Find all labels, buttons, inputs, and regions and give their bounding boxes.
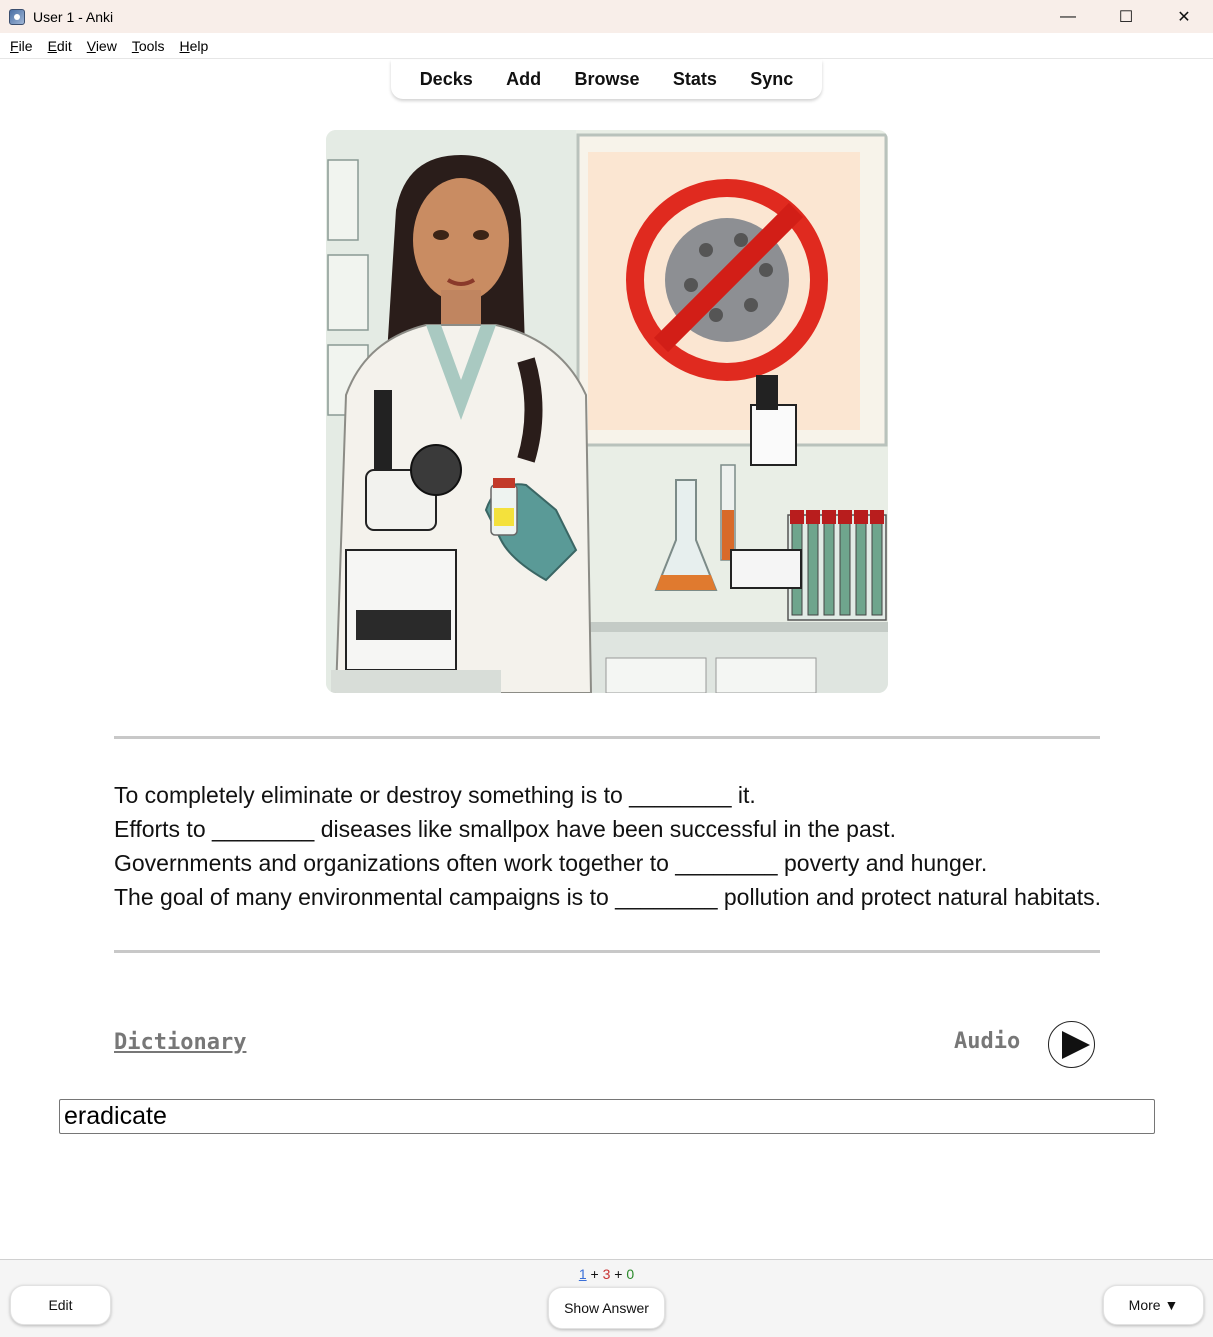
menu-accel: T xyxy=(131,37,139,54)
menu-file[interactable]: File xyxy=(10,38,33,54)
toolbar-browse[interactable]: Browse xyxy=(574,69,639,90)
divider-bottom xyxy=(114,950,1100,953)
bottom-bar: 1 + 3 + 0 Edit Show Answer More ▼ xyxy=(0,1259,1213,1337)
close-button[interactable]: ✕ xyxy=(1155,0,1213,33)
sentence-line: Efforts to ________ diseases like smallp… xyxy=(114,816,897,842)
more-button[interactable]: More ▼ xyxy=(1103,1285,1204,1325)
toolbar-sync[interactable]: Sync xyxy=(750,69,793,90)
toolbar-stats[interactable]: Stats xyxy=(673,69,717,90)
card-sentences: To completely eliminate or destroy somet… xyxy=(114,778,1114,914)
card-image xyxy=(326,130,888,693)
audio-label: Audio xyxy=(954,1029,1021,1054)
sentence-line: The goal of many environmental campaigns… xyxy=(114,884,1102,910)
count-new[interactable]: 1 xyxy=(579,1266,587,1282)
count-learn: 3 xyxy=(602,1266,611,1282)
menu-accel: F xyxy=(10,37,19,54)
toolbar-add[interactable]: Add xyxy=(506,69,541,90)
menu-label: ile xyxy=(18,37,33,54)
menu-edit[interactable]: Edit xyxy=(48,38,72,54)
menu-accel: H xyxy=(179,37,190,54)
window-controls: — ☐ ✕ xyxy=(1039,0,1213,33)
menu-label: iew xyxy=(95,37,117,54)
show-answer-button[interactable]: Show Answer xyxy=(548,1287,665,1329)
menu-label: dit xyxy=(56,37,72,54)
edit-button[interactable]: Edit xyxy=(10,1285,111,1325)
maximize-button[interactable]: ☐ xyxy=(1097,0,1155,33)
sentence-line: To completely eliminate or destroy somet… xyxy=(114,782,756,808)
count-separator: + xyxy=(590,1266,599,1282)
menu-help[interactable]: Help xyxy=(180,38,209,54)
scientist-lab-illustration xyxy=(326,130,888,693)
title-bar: User 1 - Anki — ☐ ✕ xyxy=(0,0,1213,33)
due-counts: 1 + 3 + 0 xyxy=(0,1266,1213,1282)
menu-view[interactable]: View xyxy=(87,38,117,54)
menu-bar: File Edit View Tools Help xyxy=(0,33,1213,59)
dictionary-link[interactable]: Dictionary xyxy=(114,1030,246,1055)
count-separator: + xyxy=(614,1266,623,1282)
window-title: User 1 - Anki xyxy=(33,8,114,25)
anki-app-icon xyxy=(9,8,25,25)
count-review: 0 xyxy=(626,1266,635,1282)
minimize-button[interactable]: — xyxy=(1039,0,1097,33)
menu-label: elp xyxy=(189,37,209,54)
menu-accel: E xyxy=(47,37,57,54)
menu-accel: V xyxy=(86,37,96,54)
play-icon[interactable] xyxy=(1048,1021,1095,1068)
divider-top xyxy=(114,736,1100,739)
menu-tools[interactable]: Tools xyxy=(132,38,165,54)
main-toolbar: Decks Add Browse Stats Sync xyxy=(391,60,822,99)
typed-answer-input[interactable] xyxy=(59,1099,1155,1134)
sentence-line: Governments and organizations often work… xyxy=(114,850,988,876)
toolbar-decks[interactable]: Decks xyxy=(420,69,473,90)
menu-label: ools xyxy=(138,37,165,54)
